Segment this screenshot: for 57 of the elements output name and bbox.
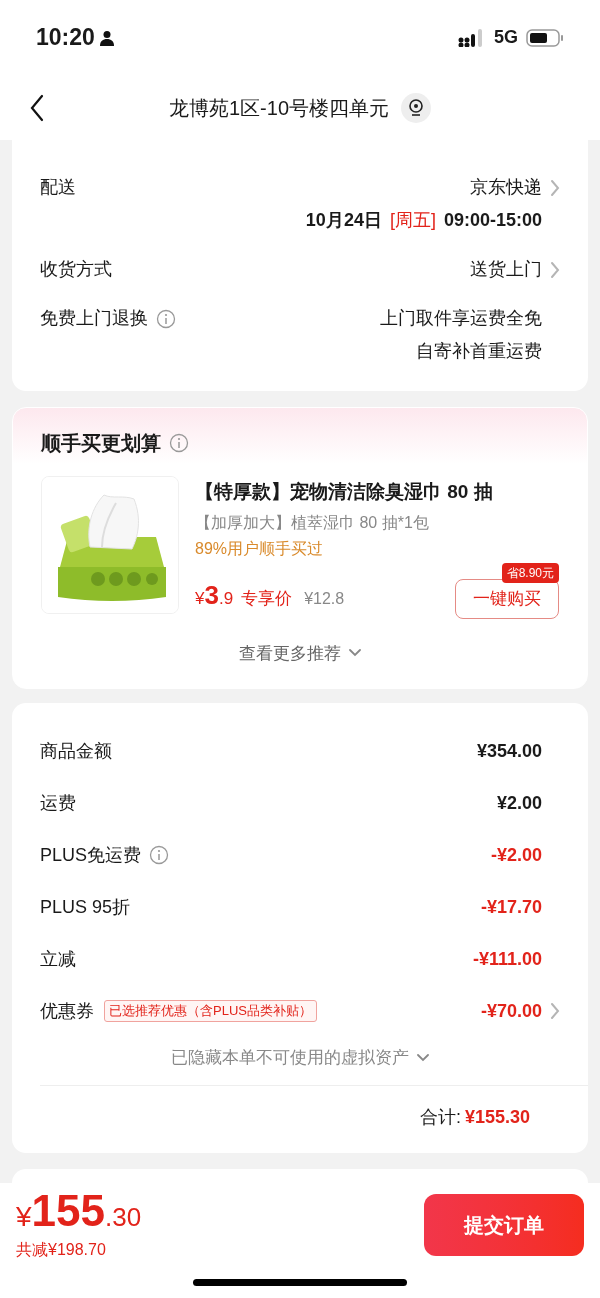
- total-savings: 共减¥198.70: [16, 1239, 107, 1260]
- hidden-assets-toggle[interactable]: 已隐藏本单不可使用的虚拟资产: [171, 1045, 429, 1071]
- amount-value: ¥2.00: [496, 791, 542, 815]
- product-name[interactable]: 【特厚款】宠物清洁除臭湿巾 80 抽: [195, 478, 559, 507]
- location-pin-icon[interactable]: [401, 92, 431, 123]
- total-value: ¥155.30: [464, 1105, 530, 1129]
- price-integer: 3: [204, 578, 219, 612]
- price-decimal: .9: [218, 587, 234, 610]
- amount-value: -¥17.70: [480, 895, 542, 919]
- amount-value: -¥70.00: [480, 999, 542, 1023]
- person-icon: [98, 29, 115, 46]
- chevron-right-icon[interactable]: [550, 178, 560, 197]
- currency-symbol: ¥: [16, 1200, 32, 1234]
- clock-time: 10:20: [36, 23, 95, 53]
- total-price-decimal: .30: [105, 1200, 142, 1234]
- amount-value: -¥2.00: [490, 843, 542, 867]
- row-label: 优惠券: [40, 999, 94, 1023]
- price-label: 专享价: [241, 587, 293, 610]
- battery-icon: [526, 28, 564, 47]
- total-label: 合计:: [419, 1105, 461, 1129]
- savings-badge: 省8.90元: [501, 562, 559, 583]
- row-label: PLUS 95折: [40, 895, 131, 919]
- row-label: PLUS免运费: [40, 843, 142, 867]
- original-price: ¥12.8: [304, 588, 345, 609]
- coupon-tag: 已选推荐优惠（含PLUS品类补贴）: [104, 1000, 317, 1022]
- chevron-right-icon[interactable]: [550, 260, 560, 279]
- total-price-integer: 155: [31, 1188, 105, 1233]
- row-label: 运费: [40, 791, 76, 815]
- chevron-right-icon[interactable]: [550, 1002, 560, 1020]
- row-value: 自寄补首重运费: [416, 340, 543, 363]
- row-value: 上门取件享运费全免: [380, 307, 543, 330]
- chevron-down-icon[interactable]: [417, 1053, 429, 1062]
- row-label: 收货方式: [40, 258, 112, 281]
- info-icon[interactable]: [156, 308, 176, 329]
- section-title: 顺手买更划算: [41, 431, 161, 456]
- delivery-date: 10月24日: [305, 209, 382, 232]
- row-label: 商品金额: [40, 739, 112, 763]
- delivery-time: 09:00-15:00: [443, 209, 542, 232]
- more-recommendations-link[interactable]: 查看更多推荐: [239, 640, 361, 666]
- network-label: 5G: [494, 26, 518, 49]
- info-icon[interactable]: [149, 845, 170, 865]
- address-title[interactable]: 龙博苑1区-10号楼四单元: [169, 92, 389, 123]
- product-spec: 【加厚加大】植萃湿巾 80 抽*1包: [195, 512, 430, 533]
- submit-order-button[interactable]: 提交订单: [424, 1194, 584, 1256]
- amount-value: ¥354.00: [476, 739, 542, 763]
- chevron-down-icon[interactable]: [349, 649, 361, 658]
- buy-now-button[interactable]: 一键购买: [455, 578, 559, 619]
- currency-symbol: ¥: [195, 588, 205, 610]
- social-proof-text: 89%用户顺手买过: [195, 538, 325, 559]
- row-label: 配送: [40, 176, 76, 199]
- delivery-weekday: [周五]: [389, 209, 436, 232]
- row-value[interactable]: 京东快递: [470, 174, 542, 201]
- row-value[interactable]: 送货上门: [470, 256, 542, 283]
- info-icon[interactable]: [169, 433, 189, 453]
- row-label: 立减: [40, 947, 76, 971]
- row-label: 免费上门退换: [40, 307, 148, 330]
- amount-value: -¥111.00: [472, 947, 542, 971]
